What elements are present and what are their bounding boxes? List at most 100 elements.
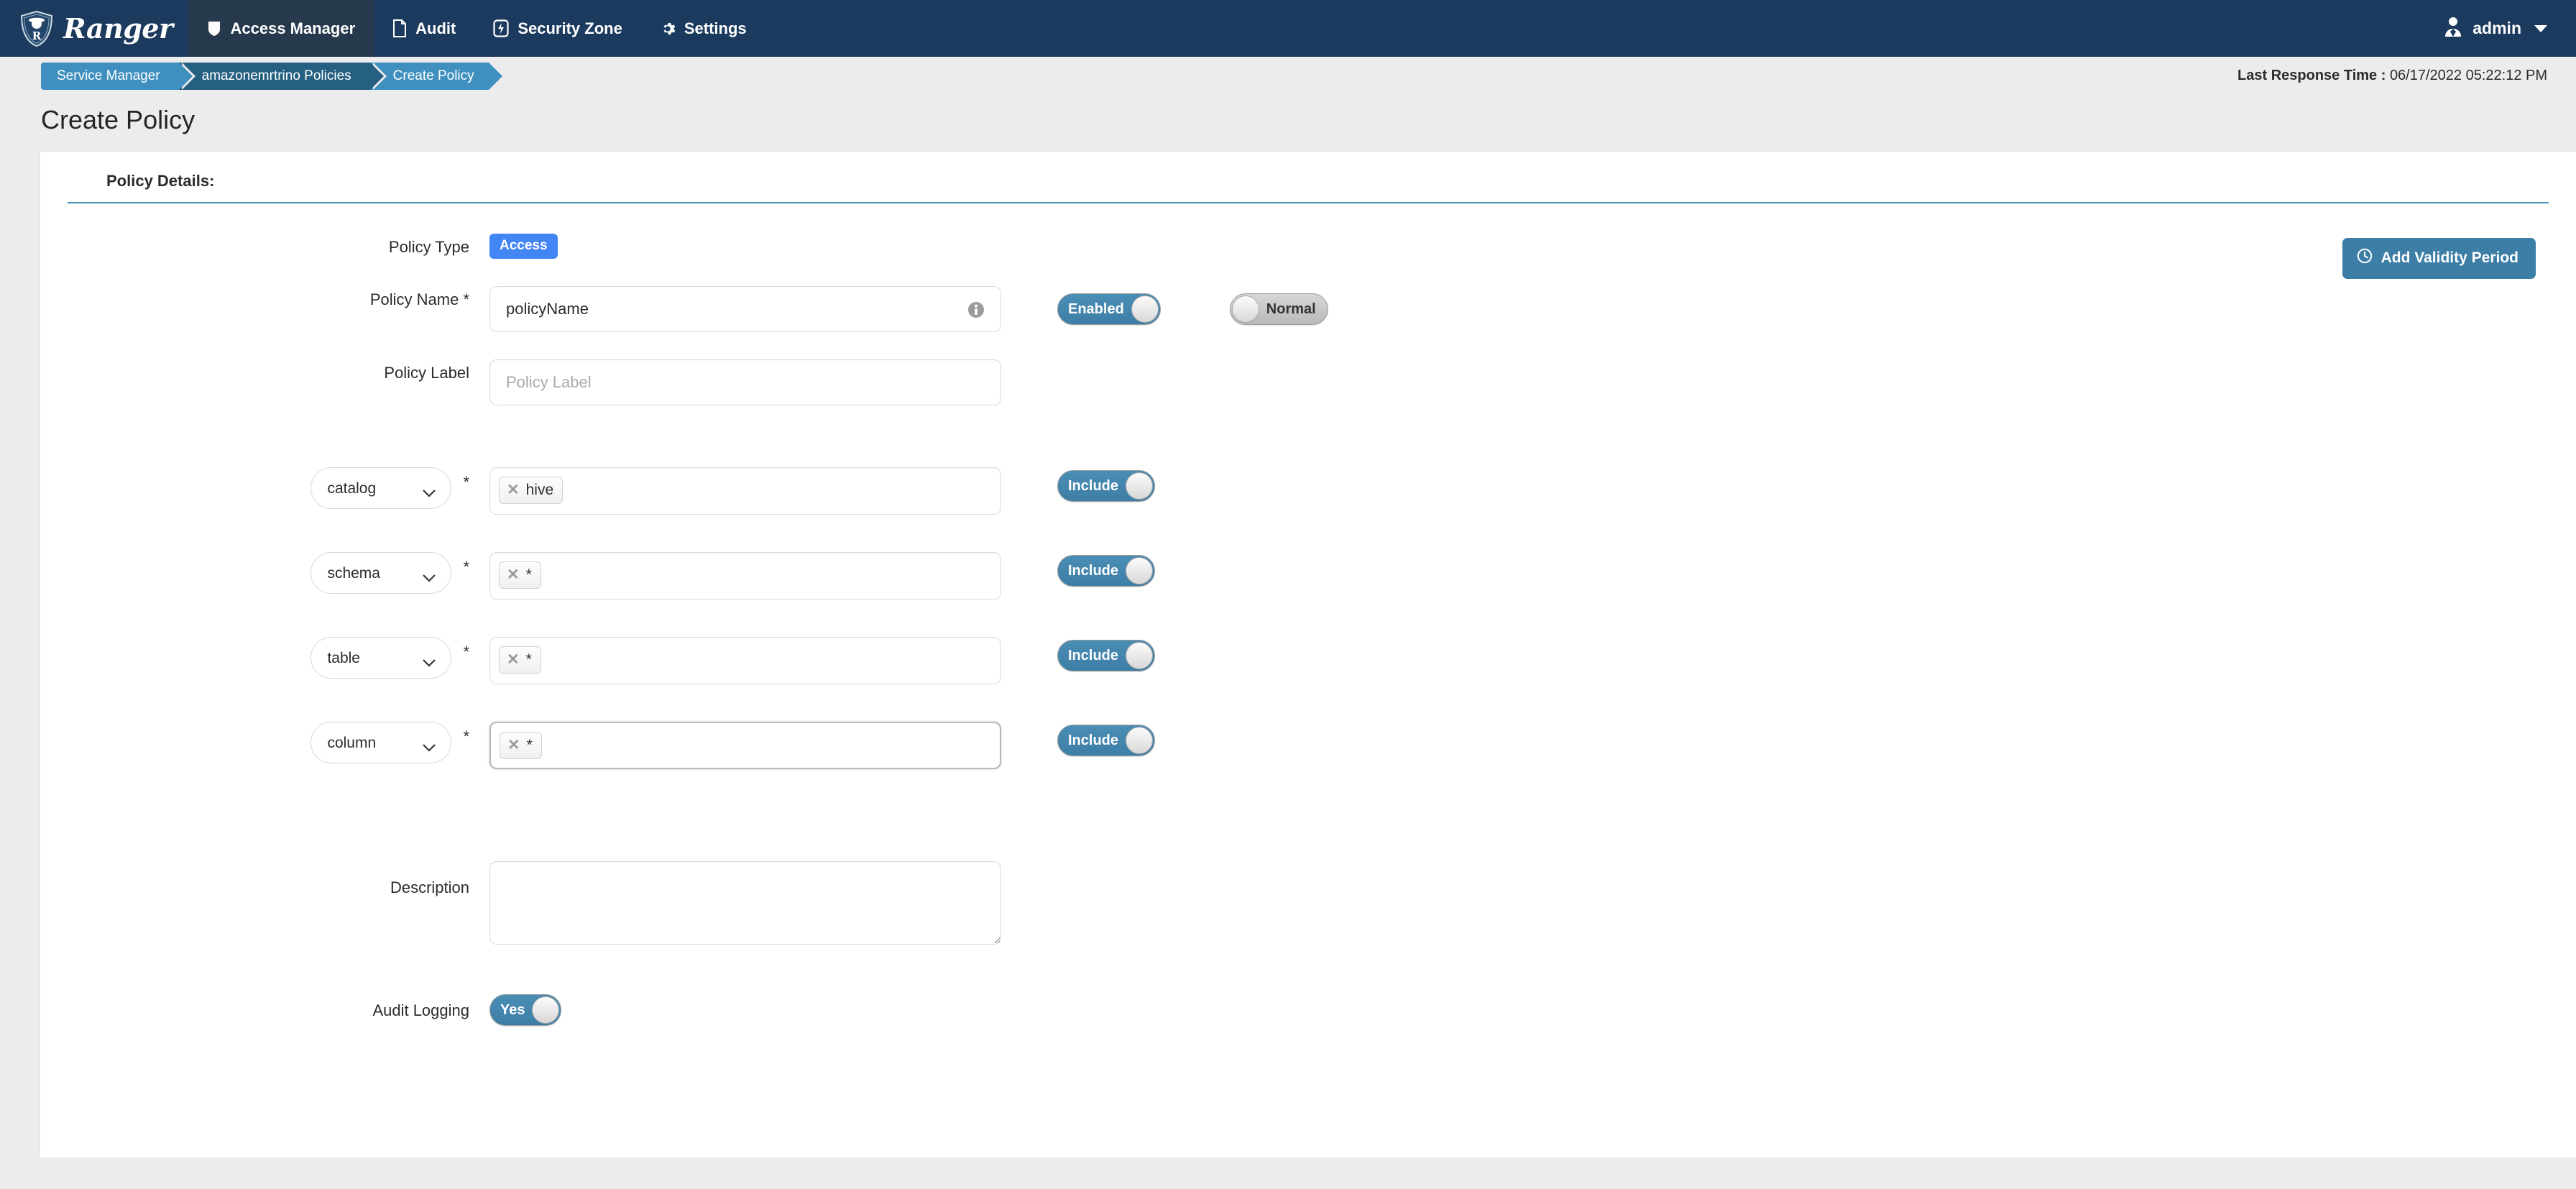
table-include-wrap: Include xyxy=(1057,637,1156,671)
breadcrumb-item-service-manager[interactable]: Service Manager xyxy=(41,62,196,90)
label-description: Description xyxy=(390,878,469,896)
form-row-audit-logging: Audit Logging Yes xyxy=(40,994,2576,1026)
label-audit-logging: Audit Logging xyxy=(372,1001,469,1019)
form-row-policy-type: Policy Type Access Add Validity Period xyxy=(40,234,2576,279)
nav-item-audit[interactable]: Audit xyxy=(374,0,474,57)
remove-tag-icon[interactable]: ✕ xyxy=(507,481,520,499)
user-menu[interactable]: admin xyxy=(2442,0,2547,57)
resource-type-select-schema[interactable]: schema xyxy=(310,552,452,594)
form-row-policy-label: Policy Label xyxy=(40,359,2576,405)
required-marker: * xyxy=(463,558,469,576)
schema-include-toggle[interactable]: Include xyxy=(1057,555,1156,587)
required-marker: * xyxy=(463,473,469,491)
remove-tag-icon[interactable]: ✕ xyxy=(507,651,520,669)
catalog-include-toggle[interactable]: Include xyxy=(1057,470,1156,502)
policy-enabled-toggle[interactable]: Enabled xyxy=(1057,293,1161,325)
table-tag-input[interactable]: ✕ * xyxy=(489,637,1001,684)
form-row-description: Description xyxy=(40,861,2576,948)
toggle-knob xyxy=(1126,727,1154,754)
description-control xyxy=(489,861,1001,948)
toggle-knob xyxy=(1231,295,1259,323)
form-row-resource-column: column * ✕ * Include xyxy=(40,722,2576,769)
resource-type-select-column[interactable]: column xyxy=(310,722,452,763)
table-select-wrap: table xyxy=(310,637,452,679)
breadcrumb-item-policies[interactable]: amazonemrtrino Policies xyxy=(178,62,387,90)
nav-label-access-manager: Access Manager xyxy=(230,19,356,37)
remove-tag-icon[interactable]: ✕ xyxy=(507,736,520,754)
audit-logging-toggle-label: Yes xyxy=(500,1002,525,1018)
column-values-control: ✕ * xyxy=(489,722,1001,769)
toggle-knob xyxy=(1126,557,1154,584)
resource-selector-table: table * xyxy=(40,637,489,679)
catalog-tag-input[interactable]: ✕ hive xyxy=(489,467,1001,515)
column-tag-input[interactable]: ✕ * xyxy=(489,722,1001,769)
description-textarea[interactable] xyxy=(489,861,1001,945)
column-include-wrap: Include xyxy=(1057,722,1156,756)
policy-label-control xyxy=(489,359,1001,405)
breadcrumb-arrow xyxy=(369,62,384,90)
user-name: admin xyxy=(2472,19,2521,37)
audit-logging-toggle[interactable]: Yes xyxy=(489,994,562,1026)
table-include-toggle[interactable]: Include xyxy=(1057,640,1156,671)
form-row-resource-catalog: catalog * ✕ hive Include xyxy=(40,467,2576,515)
breadcrumb-item-create-policy[interactable]: Create Policy xyxy=(369,62,505,90)
breadcrumb-arrow xyxy=(488,62,502,90)
tag-label: * xyxy=(525,566,532,583)
schema-values-control: ✕ * xyxy=(489,552,1001,600)
breadcrumb-label: amazonemrtrino Policies xyxy=(201,68,351,83)
add-validity-period-button[interactable]: Add Validity Period xyxy=(2342,238,2536,279)
policy-name-control xyxy=(489,286,1001,332)
policy-enabled-label: Enabled xyxy=(1068,301,1124,317)
required-marker: * xyxy=(463,643,469,661)
policy-name-input[interactable] xyxy=(489,286,1001,332)
nav-item-security-zone[interactable]: Security Zone xyxy=(474,0,640,57)
gear-icon xyxy=(660,21,676,37)
policy-priority-toggle[interactable]: Normal xyxy=(1229,293,1328,325)
info-circle-icon[interactable] xyxy=(967,300,985,323)
form-row-resource-table: table * ✕ * Include xyxy=(40,637,2576,684)
schema-select-wrap: schema xyxy=(310,552,452,594)
user-avatar-icon xyxy=(2442,16,2464,42)
nav-item-settings[interactable]: Settings xyxy=(641,0,765,57)
audit-logging-control: Yes xyxy=(489,994,562,1026)
tag-chip[interactable]: ✕ * xyxy=(499,646,541,674)
clock-icon xyxy=(2357,248,2373,268)
catalog-values-control: ✕ hive xyxy=(489,467,1001,515)
resource-selector-schema: schema * xyxy=(40,552,489,594)
resource-type-select-catalog[interactable]: catalog xyxy=(310,467,452,509)
policy-details-card: Policy Details: Policy Type Access Add V… xyxy=(40,151,2576,1157)
nav-label-audit: Audit xyxy=(415,19,456,37)
required-marker: * xyxy=(463,727,469,745)
resource-selector-column: column * xyxy=(40,722,489,763)
tag-chip[interactable]: ✕ * xyxy=(500,732,542,759)
column-select-wrap: column xyxy=(310,722,452,763)
label-policy-label: Policy Label xyxy=(384,364,469,382)
file-icon xyxy=(392,19,407,37)
main-nav-items: Access Manager Audit Security Zone Setti… xyxy=(188,0,765,57)
section-title-policy-details: Policy Details: xyxy=(68,152,2549,203)
schema-include-label: Include xyxy=(1068,563,1119,579)
form-row-resource-schema: schema * ✕ * Include xyxy=(40,552,2576,600)
brand-logo-area[interactable]: R Ranger xyxy=(0,0,188,57)
breadcrumb-label: Service Manager xyxy=(57,68,160,83)
nav-item-access-manager[interactable]: Access Manager xyxy=(188,0,374,57)
toggle-knob xyxy=(1131,295,1159,323)
top-navigation-bar: R Ranger Access Manager Audit Security Z… xyxy=(0,0,2576,57)
remove-tag-icon[interactable]: ✕ xyxy=(507,566,520,584)
nav-label-security-zone: Security Zone xyxy=(518,19,622,37)
policy-label-input[interactable] xyxy=(489,359,1001,405)
column-include-toggle[interactable]: Include xyxy=(1057,725,1156,756)
shield-icon xyxy=(207,20,221,37)
catalog-include-label: Include xyxy=(1068,478,1119,494)
page-title: Create Policy xyxy=(41,105,196,134)
ranger-shield-logo: R xyxy=(20,10,53,47)
svg-text:R: R xyxy=(32,29,42,42)
tag-chip[interactable]: ✕ * xyxy=(499,561,541,589)
policy-name-toggles: Enabled Normal xyxy=(1057,286,1328,325)
schema-tag-input[interactable]: ✕ * xyxy=(489,552,1001,600)
breadcrumb-label: Create Policy xyxy=(392,68,474,83)
tag-chip[interactable]: ✕ hive xyxy=(499,477,564,504)
resource-type-select-table[interactable]: table xyxy=(310,637,452,679)
tag-label: * xyxy=(526,736,533,753)
chevron-down-icon xyxy=(2534,24,2547,32)
